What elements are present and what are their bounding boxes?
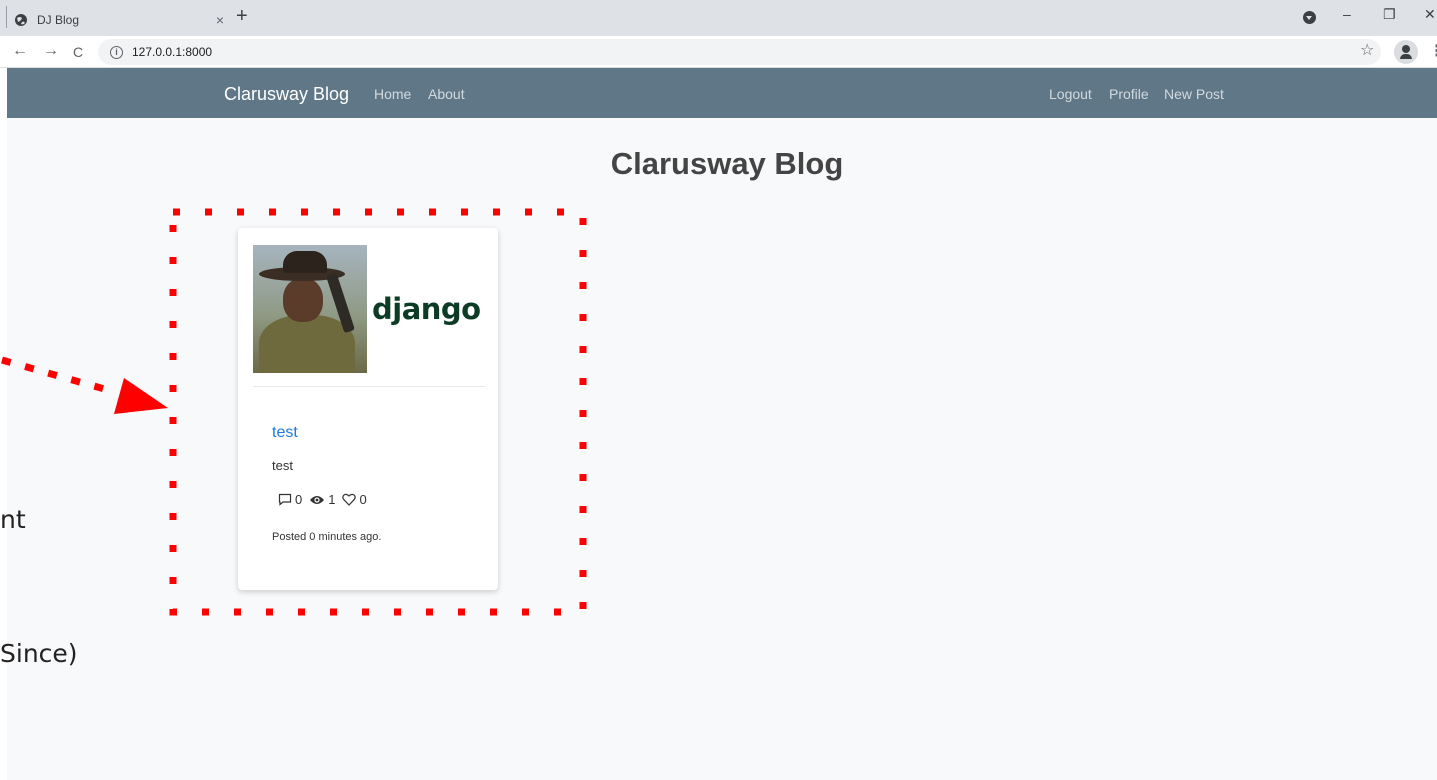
annotation-text-fragment: nt xyxy=(0,505,26,534)
annotation-overlay xyxy=(1,208,587,616)
annotation-arrow xyxy=(1,356,168,414)
annotation-text-fragment: Since) xyxy=(0,639,78,668)
highlight-dotted-box xyxy=(169,208,587,616)
